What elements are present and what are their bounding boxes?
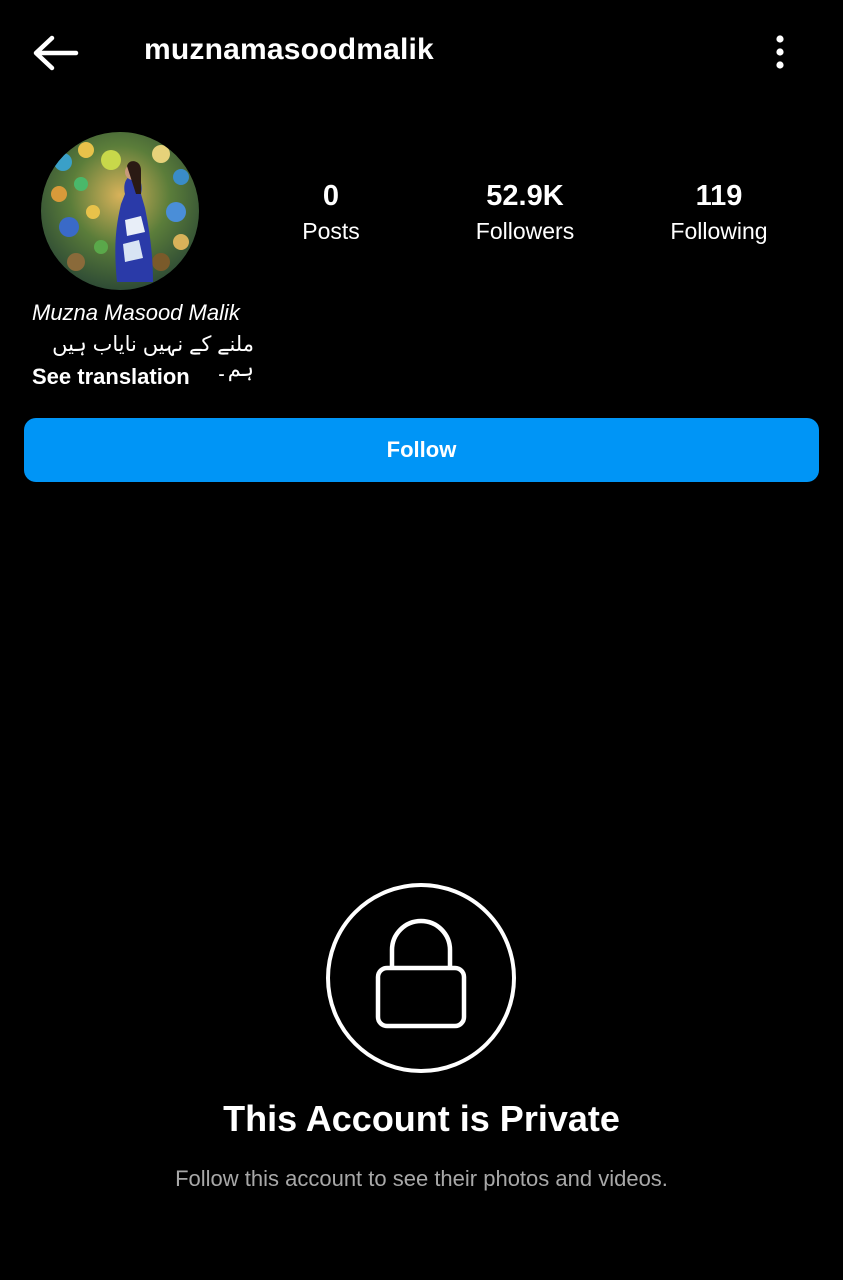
followers-count: 52.9K: [486, 180, 564, 212]
followers-stat[interactable]: 52.9K Followers: [425, 178, 625, 248]
arrow-left-icon: [33, 35, 79, 71]
posts-count: 0: [322, 180, 340, 212]
profile-photo: [41, 132, 199, 290]
see-translation-link[interactable]: See translation: [32, 364, 190, 390]
profile-username: muznamasoodmalik: [144, 33, 434, 66]
lock-icon: [326, 883, 516, 1073]
followers-label: Followers: [475, 218, 575, 244]
private-account-title: This Account is Private: [223, 1098, 620, 1139]
following-label: Following: [670, 218, 768, 244]
more-vertical-icon: [776, 35, 784, 69]
top-bar: muznamasoodmalik: [0, 0, 843, 104]
avatar[interactable]: [41, 132, 199, 290]
following-stat[interactable]: 119 Following: [619, 178, 819, 248]
display-name: Muzna Masood Malik: [32, 300, 240, 325]
private-account-subtitle: Follow this account to see their photos …: [175, 1166, 668, 1191]
back-button[interactable]: [28, 30, 84, 76]
follow-button[interactable]: Follow: [24, 418, 819, 482]
more-options-button[interactable]: [760, 30, 800, 76]
private-lock-badge: [325, 882, 517, 1074]
posts-stat[interactable]: 0 Posts: [231, 178, 431, 248]
following-count: 119: [695, 180, 743, 212]
posts-label: Posts: [302, 218, 360, 244]
